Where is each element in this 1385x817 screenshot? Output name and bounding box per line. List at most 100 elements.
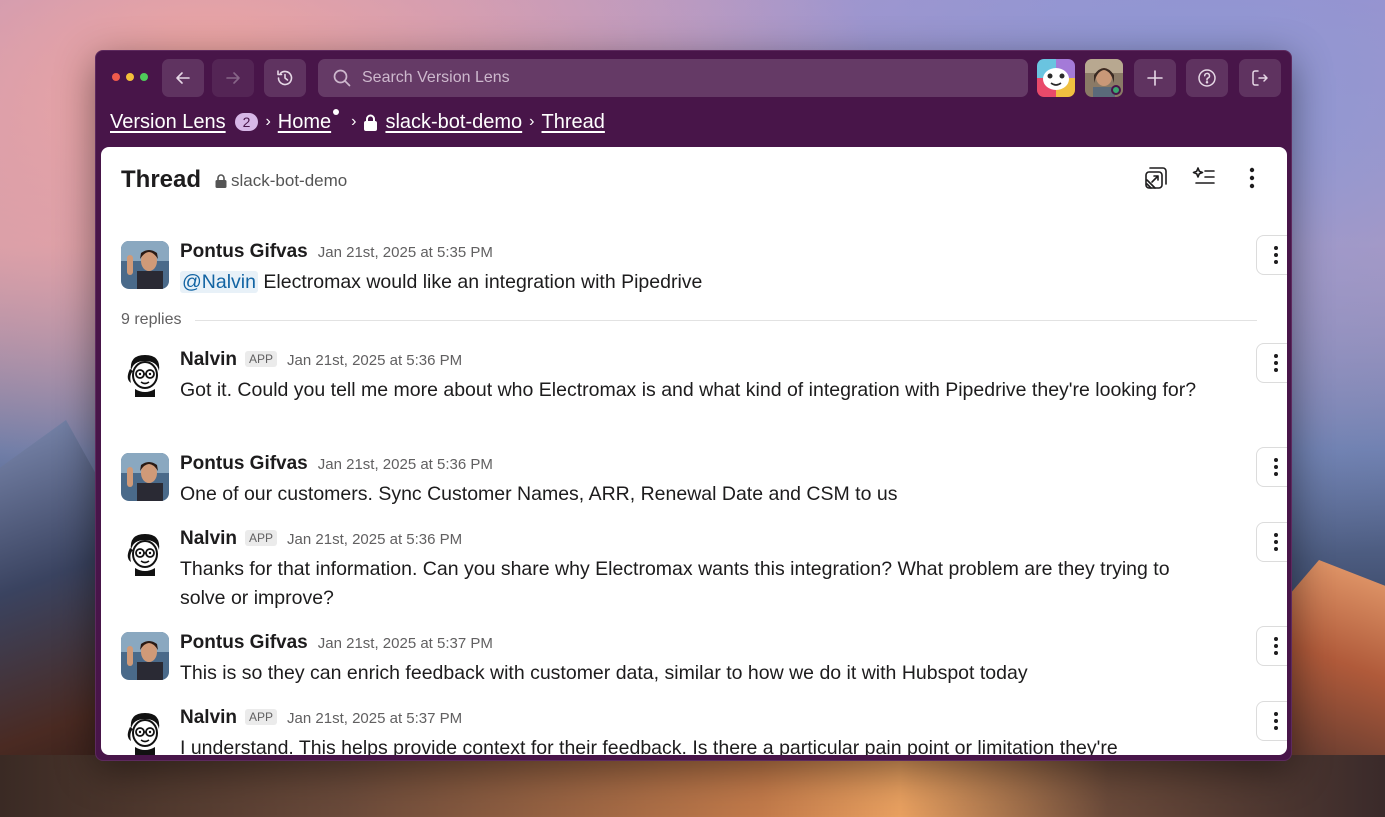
- chevron-right-icon: ›: [265, 113, 271, 130]
- thread-channel-name: slack-bot-demo: [231, 171, 348, 190]
- avatar-nalvin[interactable]: [121, 528, 169, 576]
- message-more-button[interactable]: [1256, 701, 1287, 741]
- message-more-button[interactable]: [1256, 522, 1287, 562]
- replies-divider: 9 replies: [121, 310, 1257, 330]
- minimize-icon[interactable]: [126, 73, 134, 81]
- wallpaper-mountain-bottom: [0, 755, 1385, 817]
- message-body: Pontus Gifvas Jan 21st, 2025 at 5:37 PM …: [180, 632, 1210, 688]
- message-timestamp[interactable]: Jan 21st, 2025 at 5:37 PM: [287, 710, 462, 727]
- message-timestamp[interactable]: Jan 21st, 2025 at 5:35 PM: [318, 244, 493, 261]
- chevron-right-icon: ›: [529, 113, 535, 130]
- search-bar[interactable]: Search Version Lens: [318, 59, 1028, 97]
- more-vertical-icon: [1274, 712, 1278, 730]
- workspace-logo-icon: [1037, 59, 1075, 97]
- message-text: Got it. Could you tell me more about who…: [180, 379, 1197, 401]
- avatar-nalvin[interactable]: [121, 707, 169, 755]
- forward-button[interactable]: [212, 59, 254, 97]
- message-header: Pontus Gifvas Jan 21st, 2025 at 5:35 PM: [180, 241, 1210, 265]
- user-mention[interactable]: @Nalvin: [180, 271, 258, 293]
- search-placeholder: Search Version Lens: [362, 69, 510, 86]
- back-arrow-icon: [176, 72, 190, 84]
- more-vertical-icon: [1274, 246, 1278, 264]
- breadcrumb: Version Lens 2 › Home › slack-bot-demo ›…: [110, 108, 605, 136]
- message-header: Nalvin APP Jan 21st, 2025 at 5:36 PM: [180, 349, 1210, 373]
- message-body: Nalvin APP Jan 21st, 2025 at 5:37 PM I u…: [180, 707, 1210, 755]
- breadcrumb-home[interactable]: Home: [278, 111, 331, 134]
- open-in-canvas-button[interactable]: [1141, 163, 1171, 193]
- plus-icon: [1147, 70, 1163, 86]
- help-button[interactable]: [1186, 59, 1228, 97]
- forward-arrow-icon: [226, 72, 240, 84]
- message-text: One of our customers. Sync Customer Name…: [180, 483, 898, 505]
- message-timestamp[interactable]: Jan 21st, 2025 at 5:36 PM: [287, 531, 462, 548]
- message-author[interactable]: Nalvin: [180, 528, 237, 550]
- lock-icon: [215, 174, 227, 188]
- avatar-pontus[interactable]: [121, 453, 169, 501]
- user-photo-icon: [121, 453, 169, 501]
- bot-avatar-icon: [121, 349, 169, 397]
- thread-channel[interactable]: slack-bot-demo: [215, 171, 347, 191]
- search-icon: [333, 69, 351, 87]
- more-vertical-icon: [1249, 167, 1255, 189]
- sign-out-button[interactable]: [1239, 59, 1281, 97]
- message-author[interactable]: Pontus Gifvas: [180, 453, 308, 475]
- chevron-right-icon: ›: [351, 113, 357, 130]
- avatar-pontus[interactable]: [121, 241, 169, 289]
- message-more-button[interactable]: [1256, 447, 1287, 487]
- message-body: Pontus Gifvas Jan 21st, 2025 at 5:36 PM …: [180, 453, 1210, 509]
- message-author[interactable]: Pontus Gifvas: [180, 632, 308, 654]
- bot-avatar-icon: [121, 528, 169, 576]
- back-button[interactable]: [162, 59, 204, 97]
- message-text: This is so they can enrich feedback with…: [180, 662, 1028, 684]
- message-timestamp[interactable]: Jan 21st, 2025 at 5:36 PM: [287, 352, 462, 369]
- zoom-icon[interactable]: [140, 73, 148, 81]
- thread-title: Thread: [121, 166, 202, 193]
- lock-icon: [364, 114, 378, 131]
- thread-panel: Thread slack-bot-demo Pontus Gifvas Jan …: [101, 147, 1287, 755]
- app-badge: APP: [245, 530, 278, 546]
- avatar-pontus[interactable]: [121, 632, 169, 680]
- message-header: Pontus Gifvas Jan 21st, 2025 at 5:37 PM: [180, 632, 1210, 656]
- history-icon: [277, 70, 293, 86]
- user-photo-icon: [121, 241, 169, 289]
- message-body: Nalvin APP Jan 21st, 2025 at 5:36 PM Got…: [180, 349, 1210, 405]
- message-text: I understand. This helps provide context…: [180, 737, 1118, 755]
- message-timestamp[interactable]: Jan 21st, 2025 at 5:37 PM: [318, 635, 493, 652]
- message-author[interactable]: Pontus Gifvas: [180, 241, 308, 263]
- message-more-button[interactable]: [1256, 235, 1287, 275]
- message-body: Nalvin APP Jan 21st, 2025 at 5:36 PM Tha…: [180, 528, 1210, 613]
- breadcrumb-workspace[interactable]: Version Lens: [110, 111, 226, 134]
- message-text: Thanks for that information. Can you sha…: [180, 558, 1170, 609]
- workspace-badge: 2: [234, 113, 259, 131]
- app-badge: APP: [245, 709, 278, 725]
- message-body: Pontus Gifvas Jan 21st, 2025 at 5:35 PM …: [180, 241, 1210, 297]
- new-button[interactable]: [1134, 59, 1176, 97]
- close-icon[interactable]: [112, 73, 120, 81]
- thread-header: Thread slack-bot-demo: [101, 147, 1287, 213]
- message-author[interactable]: Nalvin: [180, 349, 237, 371]
- message-header: Nalvin APP Jan 21st, 2025 at 5:37 PM: [180, 707, 1210, 731]
- workspace-avatar[interactable]: [1037, 59, 1075, 97]
- user-photo-icon: [121, 632, 169, 680]
- message-more-button[interactable]: [1256, 626, 1287, 666]
- sign-out-icon: [1252, 70, 1268, 86]
- message-header: Nalvin APP Jan 21st, 2025 at 5:36 PM: [180, 528, 1210, 552]
- more-vertical-icon: [1274, 354, 1278, 372]
- message-author[interactable]: Nalvin: [180, 707, 237, 729]
- message-text-content: Electromax would like an integration wit…: [263, 271, 703, 293]
- app-window: Search Version Lens Version Lens 2 › Hom…: [95, 50, 1292, 761]
- user-avatar[interactable]: [1085, 59, 1123, 97]
- ai-summary-button[interactable]: [1189, 163, 1219, 193]
- app-badge: APP: [245, 351, 278, 367]
- message-more-button[interactable]: [1256, 343, 1287, 383]
- more-vertical-icon: [1274, 533, 1278, 551]
- history-button[interactable]: [264, 59, 306, 97]
- avatar-nalvin[interactable]: [121, 349, 169, 397]
- bot-avatar-icon: [121, 707, 169, 755]
- breadcrumb-channel[interactable]: slack-bot-demo: [385, 111, 522, 134]
- breadcrumb-thread[interactable]: Thread: [542, 111, 605, 134]
- replies-count: 9 replies: [121, 311, 182, 328]
- thread-more-button[interactable]: [1237, 163, 1267, 193]
- online-status-dot: [1111, 85, 1121, 95]
- message-timestamp[interactable]: Jan 21st, 2025 at 5:36 PM: [318, 456, 493, 473]
